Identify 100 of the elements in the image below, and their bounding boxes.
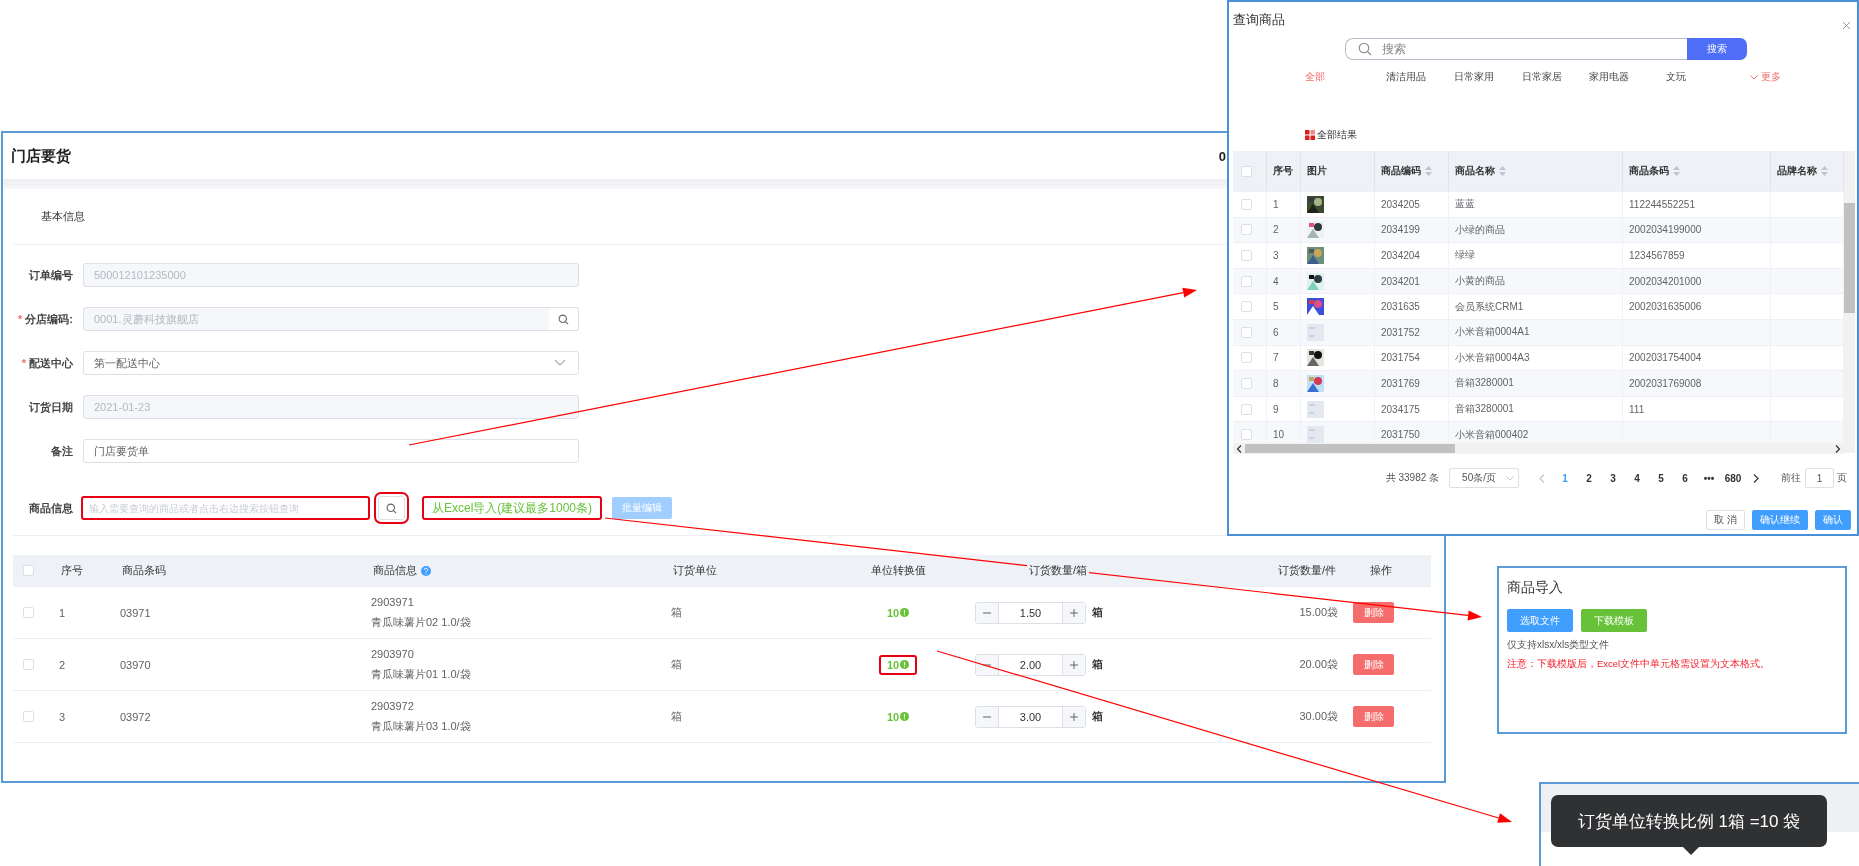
table-cell: 2034199 — [1381, 224, 1420, 236]
table-cell: 蓝蓝 — [1455, 197, 1475, 212]
vertical-scrollbar[interactable] — [1844, 151, 1855, 453]
header-text: 0 — [1218, 148, 1226, 164]
page-number[interactable]: 6 — [1673, 472, 1697, 484]
unit-label: 箱 — [1092, 709, 1103, 724]
column-header: 商品条码 — [120, 562, 168, 579]
section-title: 基本信息 — [41, 209, 85, 224]
product-code: 2903970 — [371, 647, 414, 660]
table-cell: 2031754 — [1381, 352, 1420, 364]
checkbox[interactable] — [1241, 377, 1252, 389]
sort-icon[interactable] — [1499, 166, 1506, 176]
table-cell: 2034201 — [1381, 275, 1420, 287]
plus-icon — [1070, 712, 1078, 721]
table-cell: 小米音箱0004A1 — [1455, 325, 1530, 340]
page-number[interactable]: 2 — [1577, 472, 1601, 484]
search-field[interactable]: 搜索 — [1345, 38, 1687, 60]
table-cell: 2031752 — [1381, 326, 1420, 338]
checkbox[interactable] — [1241, 352, 1252, 364]
checkbox[interactable] — [23, 565, 34, 576]
table-cell: 03970 — [120, 658, 151, 671]
table-cell: 1 — [1273, 198, 1279, 210]
page-number[interactable]: 680 — [1721, 472, 1745, 484]
category-tab[interactable]: 家用电器 — [1589, 70, 1666, 84]
scroll-right-icon[interactable] — [1835, 444, 1841, 453]
page-number[interactable]: 4 — [1625, 472, 1649, 484]
category-tab[interactable]: 日常家居 — [1522, 70, 1589, 84]
scroll-left-icon[interactable] — [1236, 444, 1242, 453]
checkbox[interactable] — [1241, 301, 1252, 313]
table-cell: 111 — [1629, 403, 1645, 415]
increase-button[interactable] — [1063, 706, 1085, 727]
unit-label: 箱 — [1092, 605, 1103, 620]
info-icon — [900, 608, 910, 617]
checkbox[interactable] — [1241, 224, 1252, 236]
dialog-button[interactable]: 取 消 — [1706, 510, 1745, 530]
checkbox[interactable] — [1241, 326, 1252, 338]
plus-icon — [1070, 608, 1078, 617]
table-cell: 箱 — [671, 605, 682, 620]
table-cell: 箱 — [671, 709, 682, 724]
search-button[interactable] — [549, 307, 579, 331]
checkbox[interactable] — [23, 659, 34, 670]
minus-icon — [983, 663, 991, 666]
page-number[interactable]: ••• — [1697, 472, 1721, 484]
column-header: 商品信息 — [371, 562, 419, 579]
checkbox[interactable] — [1241, 429, 1252, 441]
checkbox[interactable] — [1241, 403, 1252, 415]
checkbox[interactable] — [23, 711, 34, 722]
checkbox[interactable] — [1241, 275, 1252, 287]
increase-button[interactable] — [1063, 654, 1085, 675]
chevron-down-icon — [554, 359, 566, 367]
conversion-value: 10 — [886, 606, 900, 619]
category-tab[interactable]: 清洁用品 — [1386, 70, 1454, 84]
checkbox[interactable] — [1241, 198, 1252, 210]
table-cell: 2 — [59, 658, 66, 671]
page-size-select[interactable]: 50条/页 — [1449, 468, 1519, 488]
page-title: 门店要货 — [11, 146, 71, 166]
table-cell: 小米音箱0004A3 — [1455, 350, 1530, 365]
column-header: 商品条码 — [1629, 164, 1669, 178]
increase-button[interactable] — [1063, 602, 1085, 623]
page-number[interactable]: 3 — [1601, 472, 1625, 484]
table-cell: 9 — [1273, 403, 1279, 415]
minus-icon — [983, 715, 991, 718]
page-input[interactable]: 1 — [1805, 468, 1834, 488]
input-field[interactable]: 门店要货单 — [83, 439, 579, 463]
sort-icon[interactable] — [1425, 166, 1432, 176]
chevron-left-icon — [1539, 473, 1545, 483]
search-icon — [386, 502, 397, 514]
table-cell: 会员系统CRM1 — [1455, 299, 1524, 314]
field-label: 订货日期 — [29, 400, 73, 413]
page-number[interactable]: 5 — [1649, 472, 1673, 484]
table-cell: 7 — [1273, 352, 1279, 364]
decrease-button[interactable] — [976, 654, 998, 675]
table-cell: 3 — [59, 710, 66, 723]
checkbox[interactable] — [1241, 165, 1252, 177]
table-cell: 2031635 — [1381, 301, 1420, 313]
table-cell: 3 — [1273, 250, 1279, 261]
column-header: 操作 — [1368, 562, 1394, 579]
decrease-button[interactable] — [976, 706, 998, 727]
conversion-value: 10 — [886, 710, 900, 723]
decrease-button[interactable] — [976, 602, 998, 623]
column-header: 商品名称 — [1455, 164, 1495, 178]
checkbox[interactable] — [23, 607, 34, 618]
horizontal-scrollbar[interactable] — [1233, 443, 1844, 454]
chevron-down-icon — [1750, 74, 1758, 80]
close-icon[interactable] — [1842, 21, 1851, 30]
table-cell: 30.00袋 — [1299, 709, 1338, 724]
sort-icon[interactable] — [1821, 166, 1828, 176]
sort-icon[interactable] — [1673, 166, 1680, 176]
table-cell: 2034205 — [1381, 198, 1420, 210]
category-tab[interactable]: 日常家用 — [1454, 70, 1522, 84]
checkbox[interactable] — [1241, 250, 1252, 261]
category-tab[interactable]: 文玩 — [1666, 70, 1750, 84]
table-cell: 2034175 — [1381, 403, 1420, 415]
table-cell: 小黄的商品 — [1455, 274, 1505, 289]
table-cell: 绿绿 — [1455, 248, 1475, 263]
input-field[interactable]: 第一配送中心 — [83, 351, 579, 375]
results-label: 全部结果 — [1317, 128, 1357, 142]
table-cell: 小绿的商品 — [1455, 222, 1505, 237]
image-placeholder — [1307, 400, 1324, 418]
search-button[interactable]: 搜索 — [1687, 38, 1747, 60]
